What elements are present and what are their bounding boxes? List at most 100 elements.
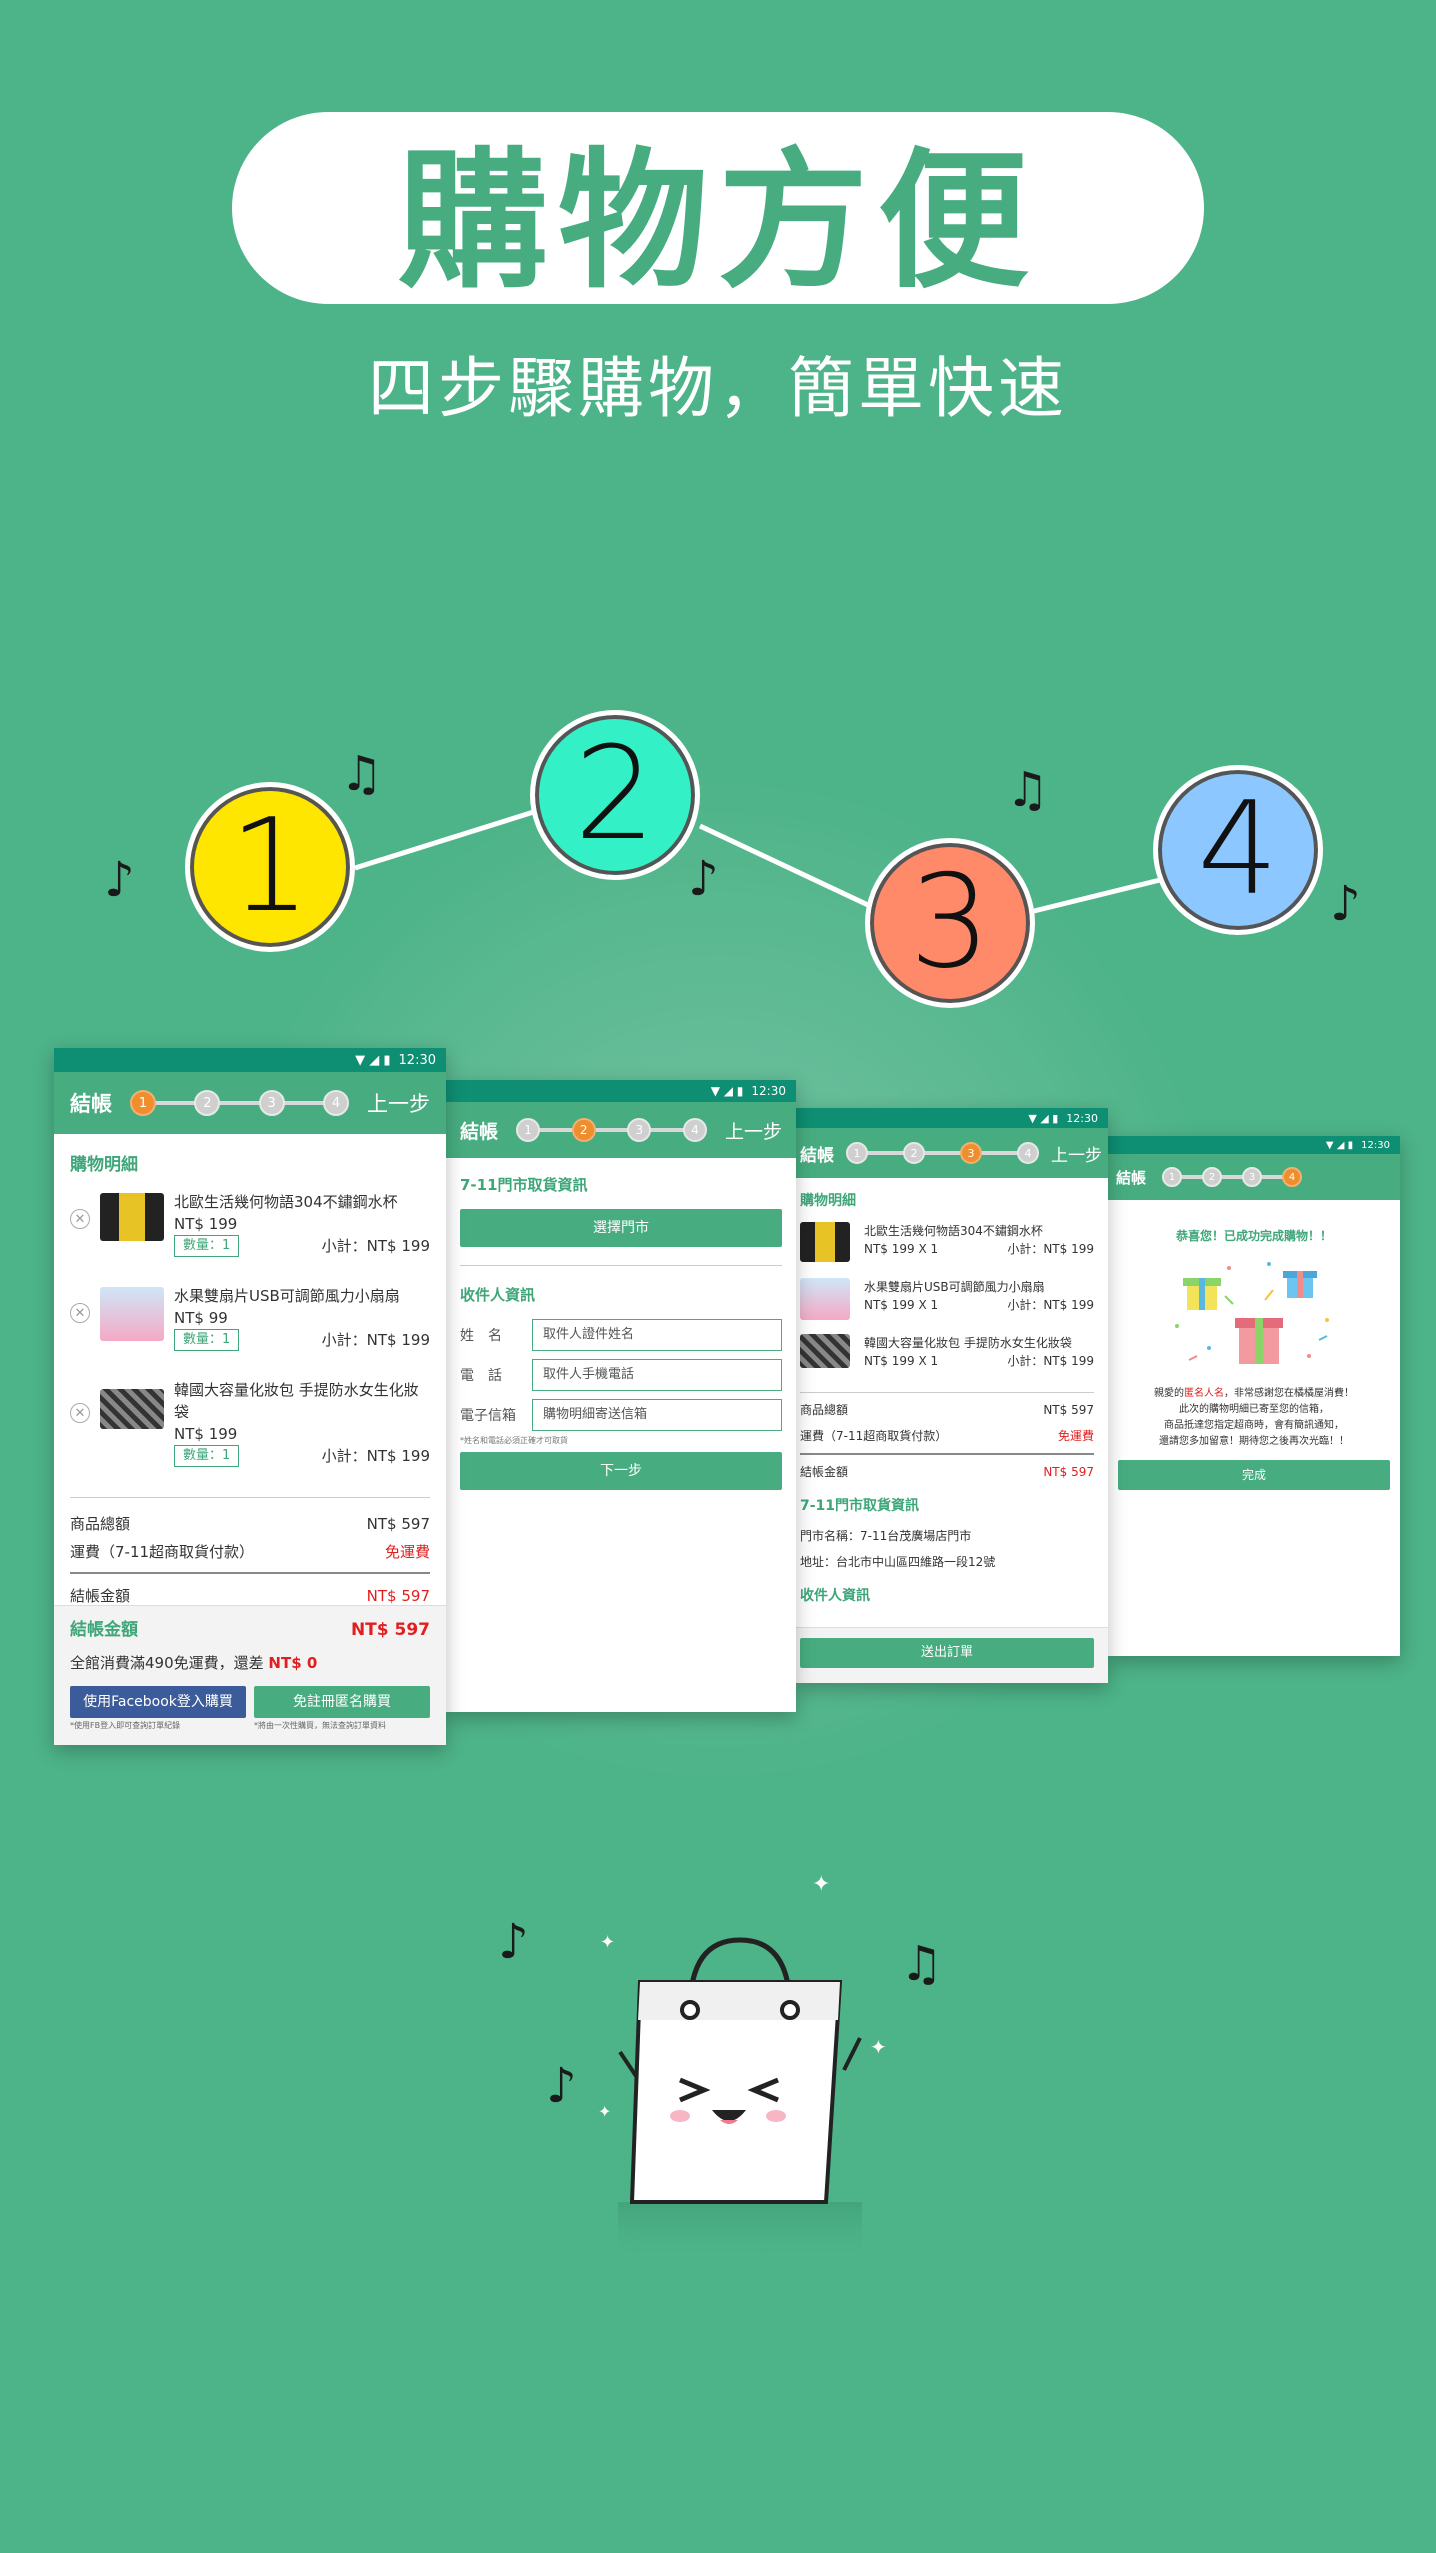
item-name: 水果雙扇片USB可調節風力小扇扇 [864, 1280, 1045, 1294]
status-icons: ▼ ◢ ▮ [1325, 1139, 1354, 1151]
message-line-3: 商品抵達您指定超商時，會有簡訊通知， [1164, 1420, 1344, 1431]
checkout-amount-value: NT$ 597 [1043, 1465, 1094, 1479]
shipping-label: 運費（7-11超商取貨付款） [70, 1543, 255, 1561]
store-name: 門市名稱：7-11台茂廣場店門市 [800, 1529, 972, 1543]
step-1-number: 1 [229, 792, 311, 941]
email-field-label: 電子信箱 [460, 1408, 516, 1424]
cart-item: ✕ 韓國大容量化妝包 手提防水女生化妝袋 NT$ 199 數量：1 小計：NT$… [70, 1379, 430, 1487]
shipping-label: 運費（7-11超商取貨付款） [800, 1429, 948, 1443]
item-price: NT$ 199 X 1 [864, 1298, 939, 1312]
music-note-icon: ♪ [1330, 876, 1361, 932]
shopping-bag-mascot-icon [618, 1937, 862, 2262]
msg-prefix: 親愛的 [1154, 1388, 1184, 1399]
product-thumbnail [100, 1193, 164, 1241]
progress-dot-2: 2 [903, 1142, 925, 1164]
music-notes-icon: ♫ [900, 1936, 944, 1992]
back-button[interactable]: 上一步 [1051, 1141, 1102, 1166]
checkout-progress: 1 2 3 4 [516, 1118, 707, 1142]
item-price: NT$ 99 [174, 1309, 228, 1327]
back-button[interactable]: 上一步 [367, 1088, 430, 1118]
status-icons: ▼ ◢ ▮ [1028, 1111, 1059, 1125]
progress-dot-4: 4 [1282, 1167, 1303, 1187]
item-subtotal: 小計：NT$ 199 [321, 1447, 430, 1465]
progress-dot-4: 4 [322, 1090, 349, 1116]
msg-suffix: ，非常感謝您在橘橘屋消費！ [1224, 1388, 1354, 1399]
item-name: 水果雙扇片USB可調節風力小扇扇 [174, 1287, 400, 1305]
receiver-section-title: 收件人資訊 [460, 1286, 536, 1304]
qty-badge[interactable]: 數量：1 [174, 1445, 240, 1467]
step-2-circle: 2 [530, 710, 700, 880]
remove-item-icon[interactable]: ✕ [70, 1209, 90, 1229]
item-price: NT$ 199 [174, 1215, 238, 1233]
free-shipping-note: 全館消費滿490免運費，還差 [70, 1654, 264, 1672]
progress-dot-3: 3 [627, 1118, 652, 1142]
guest-note: *將由一次性購買，無法查詢訂單資料 [254, 1721, 386, 1730]
screen-title: 結帳 [1116, 1168, 1147, 1187]
music-note-icon: ♪ [688, 851, 719, 907]
checkout-progress: 1 2 3 4 [1162, 1167, 1303, 1187]
music-note-icon: ♪ [498, 1914, 529, 1970]
item-name: 韓國大容量化妝包 手提防水女生化妝袋 [864, 1336, 1072, 1350]
music-note-icon: ♪ [104, 852, 135, 908]
guest-purchase-button[interactable]: 免註冊匿名購買 [254, 1686, 430, 1718]
progress-dot-2: 2 [571, 1118, 596, 1142]
email-field[interactable]: 購物明細寄送信箱 [532, 1399, 782, 1431]
submit-order-button[interactable]: 送出訂單 [800, 1638, 1094, 1668]
step-2-number: 2 [574, 720, 656, 869]
status-time: 12:30 [398, 1052, 436, 1068]
order-item: 水果雙扇片USB可調節風力小扇扇 NT$ 199 X 1 小計：NT$ 199 [800, 1278, 1094, 1334]
step-3-circle: 3 [865, 838, 1035, 1008]
status-time: 12:30 [1361, 1139, 1390, 1151]
qty-badge[interactable]: 數量：1 [174, 1329, 240, 1351]
item-name: 韓國大容量化妝包 手提防水女生化妝袋 [174, 1381, 419, 1421]
status-icons: ▼ ◢ ▮ [355, 1052, 391, 1068]
item-price: NT$ 199 X 1 [864, 1242, 939, 1256]
store-section-title: 7-11門市取貨資訊 [460, 1176, 588, 1194]
phone-field[interactable]: 取件人手機電話 [532, 1359, 782, 1391]
checkout-screen-step-2: ▼ ◢ ▮ 12:30 結帳 1 2 3 4 上一步 7-11門市取貨資訊 選擇… [446, 1080, 796, 1712]
message-line-4: 還請您多加留意！期待您之後再次光臨！！ [1159, 1436, 1349, 1447]
sparkle-icon: ✦ [812, 1872, 831, 1897]
music-note-icon: ♪ [546, 2058, 577, 2114]
facebook-login-button[interactable]: 使用Facebook登入購買 [70, 1686, 246, 1718]
status-time: 12:30 [751, 1084, 786, 1098]
receiver-section-title: 收件人資訊 [800, 1588, 870, 1604]
product-thumbnail [800, 1222, 850, 1262]
progress-dot-1: 1 [1162, 1167, 1183, 1187]
item-price: NT$ 199 [174, 1425, 238, 1443]
order-item: 北歐生活幾何物語304不鏽鋼水杯 NT$ 199 X 1 小計：NT$ 199 [800, 1222, 1094, 1278]
goods-total-label: 商品總額 [70, 1515, 131, 1533]
phone-field-label: 電 話 [460, 1368, 502, 1384]
progress-dot-3: 3 [258, 1090, 285, 1116]
remove-item-icon[interactable]: ✕ [70, 1303, 90, 1323]
gift-boxes-icon [1175, 1262, 1329, 1364]
next-step-button[interactable]: 下一步 [460, 1452, 782, 1490]
sparkle-icon: ✦ [600, 1932, 616, 1953]
remove-item-icon[interactable]: ✕ [70, 1403, 90, 1423]
checkout-screen-step-1: ▼ ◢ ▮ 12:30 結帳 1 2 3 4 上一步 購物明細 ✕ 北歐生活幾何… [54, 1048, 446, 1745]
finish-button[interactable]: 完成 [1118, 1460, 1390, 1490]
back-button[interactable]: 上一步 [725, 1117, 782, 1144]
select-store-button[interactable]: 選擇門市 [460, 1209, 782, 1247]
step-1-circle: 1 [185, 782, 355, 952]
screen-title: 結帳 [70, 1092, 112, 1116]
product-thumbnail [100, 1389, 164, 1429]
name-field[interactable]: 取件人證件姓名 [532, 1319, 782, 1351]
shipping-value: 免運費 [384, 1543, 430, 1561]
product-thumbnail [100, 1287, 164, 1341]
progress-dot-4: 4 [682, 1118, 707, 1142]
progress-dot-1: 1 [130, 1090, 156, 1116]
item-subtotal: 小計：NT$ 199 [1007, 1354, 1094, 1368]
status-time: 12:30 [1066, 1111, 1098, 1125]
summary-value: NT$ 597 [350, 1620, 430, 1640]
order-item: 韓國大容量化妝包 手提防水女生化妝袋 NT$ 199 X 1 小計：NT$ 19… [800, 1334, 1094, 1390]
sparkle-icon: ✦ [870, 2035, 887, 2059]
item-price: NT$ 199 X 1 [864, 1354, 939, 1368]
checkout-screen-step-3: ▼ ◢ ▮ 12:30 結帳 1 2 3 4 上一步 購物明細 北歐生活幾何物語… [796, 1108, 1108, 1683]
qty-badge[interactable]: 數量：1 [174, 1235, 240, 1257]
shipping-value: 免運費 [1057, 1429, 1094, 1443]
sparkle-icon: ✦ [598, 2102, 612, 2121]
product-thumbnail [800, 1334, 850, 1368]
item-subtotal: 小計：NT$ 199 [321, 1237, 430, 1255]
screen-title: 結帳 [460, 1120, 499, 1143]
